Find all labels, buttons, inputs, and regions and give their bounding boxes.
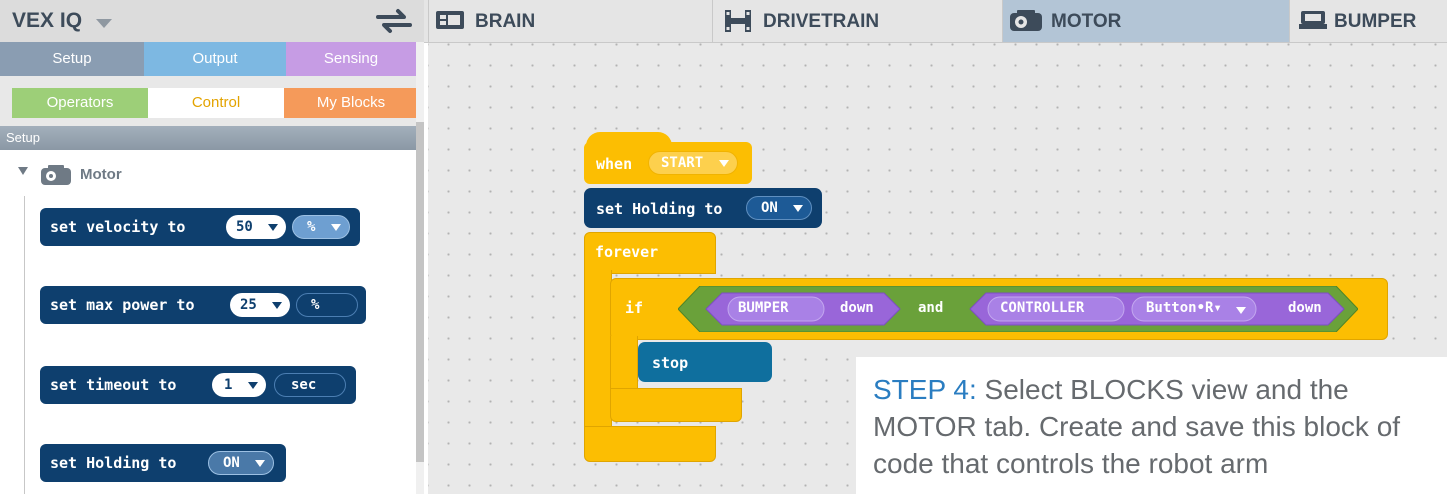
timeout-value: 1	[224, 377, 233, 393]
motor-icon	[1010, 10, 1042, 31]
if-label: if	[625, 299, 644, 317]
max-power-unit-label: %	[311, 297, 320, 313]
timeout-value-dropdown[interactable]: 1	[212, 373, 266, 397]
robot-selector-label: VEX IQ	[12, 9, 83, 32]
when-label: when	[596, 155, 633, 173]
max-power-unit: %	[296, 293, 358, 317]
holding-value: ON	[761, 200, 778, 216]
category-sensing[interactable]: Sensing	[286, 42, 416, 76]
swap-view-icon[interactable]	[374, 8, 414, 34]
block-set-holding-label: set Holding to	[50, 454, 177, 472]
velocity-unit: %	[307, 219, 316, 235]
block-set-max-power-label: set max power to	[50, 296, 195, 314]
dropdown-arrow-icon	[272, 302, 282, 309]
category-control-label: Control	[191, 94, 241, 111]
if-arm	[610, 336, 638, 392]
tab-bumper-label: BUMPER	[1334, 11, 1417, 32]
instruction-text: STEP 4: Select BLOCKS view and the MOTOR…	[873, 371, 1443, 482]
dropdown-arrow-icon[interactable]	[1236, 307, 1246, 314]
button-dropdown[interactable]: Button•R▾	[1146, 300, 1222, 316]
timeout-unit: sec	[274, 373, 346, 397]
motor-icon	[41, 165, 71, 185]
event-dropdown[interactable]: START	[648, 151, 738, 175]
holding-dropdown[interactable]: ON	[746, 196, 812, 220]
step-number: STEP 4:	[873, 374, 977, 405]
dropdown-arrow-icon	[255, 460, 265, 467]
category-output[interactable]: Output	[144, 42, 286, 76]
dropdown-arrow-icon	[719, 160, 729, 167]
brain-icon	[436, 11, 464, 29]
and-operator-label: and	[918, 300, 944, 316]
block-set-velocity[interactable]: set velocity to 50 %	[40, 208, 360, 246]
controller-state-label: down	[1288, 300, 1322, 316]
stop-label: stop	[652, 354, 689, 372]
forever-label: forever	[595, 243, 659, 261]
max-power-value: 25	[240, 297, 257, 313]
event-value: START	[661, 155, 704, 171]
velocity-value-dropdown[interactable]: 50	[226, 215, 286, 239]
stop-block[interactable]: stop	[638, 342, 772, 382]
controller-sensor-label[interactable]: CONTROLLER	[1000, 300, 1084, 316]
timeout-unit-label: sec	[291, 377, 317, 393]
block-palette: Setup Output Sensing Operators Control M…	[0, 42, 424, 494]
motor-group-label: Motor	[80, 166, 122, 183]
category-output-label: Output	[192, 50, 238, 67]
dropdown-arrow-icon	[268, 224, 278, 231]
max-power-value-dropdown[interactable]: 25	[230, 293, 290, 317]
category-setup-label: Setup	[52, 50, 92, 67]
tab-brain[interactable]: BRAIN	[428, 0, 713, 42]
forever-arm	[584, 270, 612, 430]
bumper-state-label: down	[840, 300, 874, 316]
set-holding-label: set Holding to	[596, 200, 723, 218]
dropdown-arrow-icon	[331, 224, 341, 231]
bumper-icon	[1299, 11, 1327, 29]
block-set-timeout-label: set timeout to	[50, 376, 177, 394]
block-set-timeout[interactable]: set timeout to 1 sec	[40, 366, 356, 404]
category-my-blocks[interactable]: My Blocks	[284, 88, 418, 118]
block-set-holding[interactable]: set Holding to ON	[40, 444, 286, 482]
drivetrain-icon	[725, 10, 751, 32]
velocity-value: 50	[236, 219, 253, 235]
expand-arrow-icon	[18, 167, 28, 175]
tab-drivetrain-label: DRIVETRAIN	[763, 11, 880, 32]
category-sensing-label: Sensing	[323, 50, 379, 67]
holding-value-dropdown[interactable]: ON	[208, 451, 274, 475]
category-operators-label: Operators	[46, 94, 114, 111]
block-set-velocity-label: set velocity to	[50, 218, 186, 236]
block-set-max-power[interactable]: set max power to 25 %	[40, 286, 366, 324]
tab-brain-label: BRAIN	[475, 11, 536, 32]
if-bottom	[610, 388, 742, 422]
bumper-sensor-label[interactable]: BUMPER	[738, 300, 789, 316]
tab-bumper[interactable]: BUMPER	[1289, 0, 1447, 42]
forever-bottom	[584, 426, 716, 462]
dropdown-arrow-icon	[248, 382, 258, 389]
velocity-unit-dropdown[interactable]: %	[292, 215, 350, 239]
category-operators[interactable]: Operators	[12, 88, 148, 118]
tree-line	[24, 196, 25, 494]
tab-motor-label: MOTOR	[1051, 11, 1122, 32]
tab-motor[interactable]: MOTOR	[1002, 0, 1290, 42]
set-holding-block[interactable]: set Holding to ON	[584, 188, 822, 228]
top-bar: VEX IQ BRAIN DRIVETRAIN MOTOR BUMPER	[0, 0, 1447, 43]
tab-drivetrain[interactable]: DRIVETRAIN	[712, 0, 1003, 42]
holding-value: ON	[223, 455, 240, 471]
scrollbar-thumb[interactable]	[416, 122, 424, 462]
chevron-down-icon	[96, 19, 112, 28]
instruction-note: STEP 4: Select BLOCKS view and the MOTOR…	[856, 357, 1447, 494]
dropdown-arrow-icon	[793, 205, 803, 212]
robot-selector[interactable]: VEX IQ	[0, 0, 424, 42]
category-control[interactable]: Control	[148, 88, 284, 118]
when-start-block[interactable]: when START	[584, 142, 752, 184]
category-my-blocks-label: My Blocks	[316, 94, 386, 111]
category-setup[interactable]: Setup	[0, 42, 144, 76]
section-header: Setup	[0, 126, 416, 150]
forever-block[interactable]: forever	[584, 232, 716, 274]
